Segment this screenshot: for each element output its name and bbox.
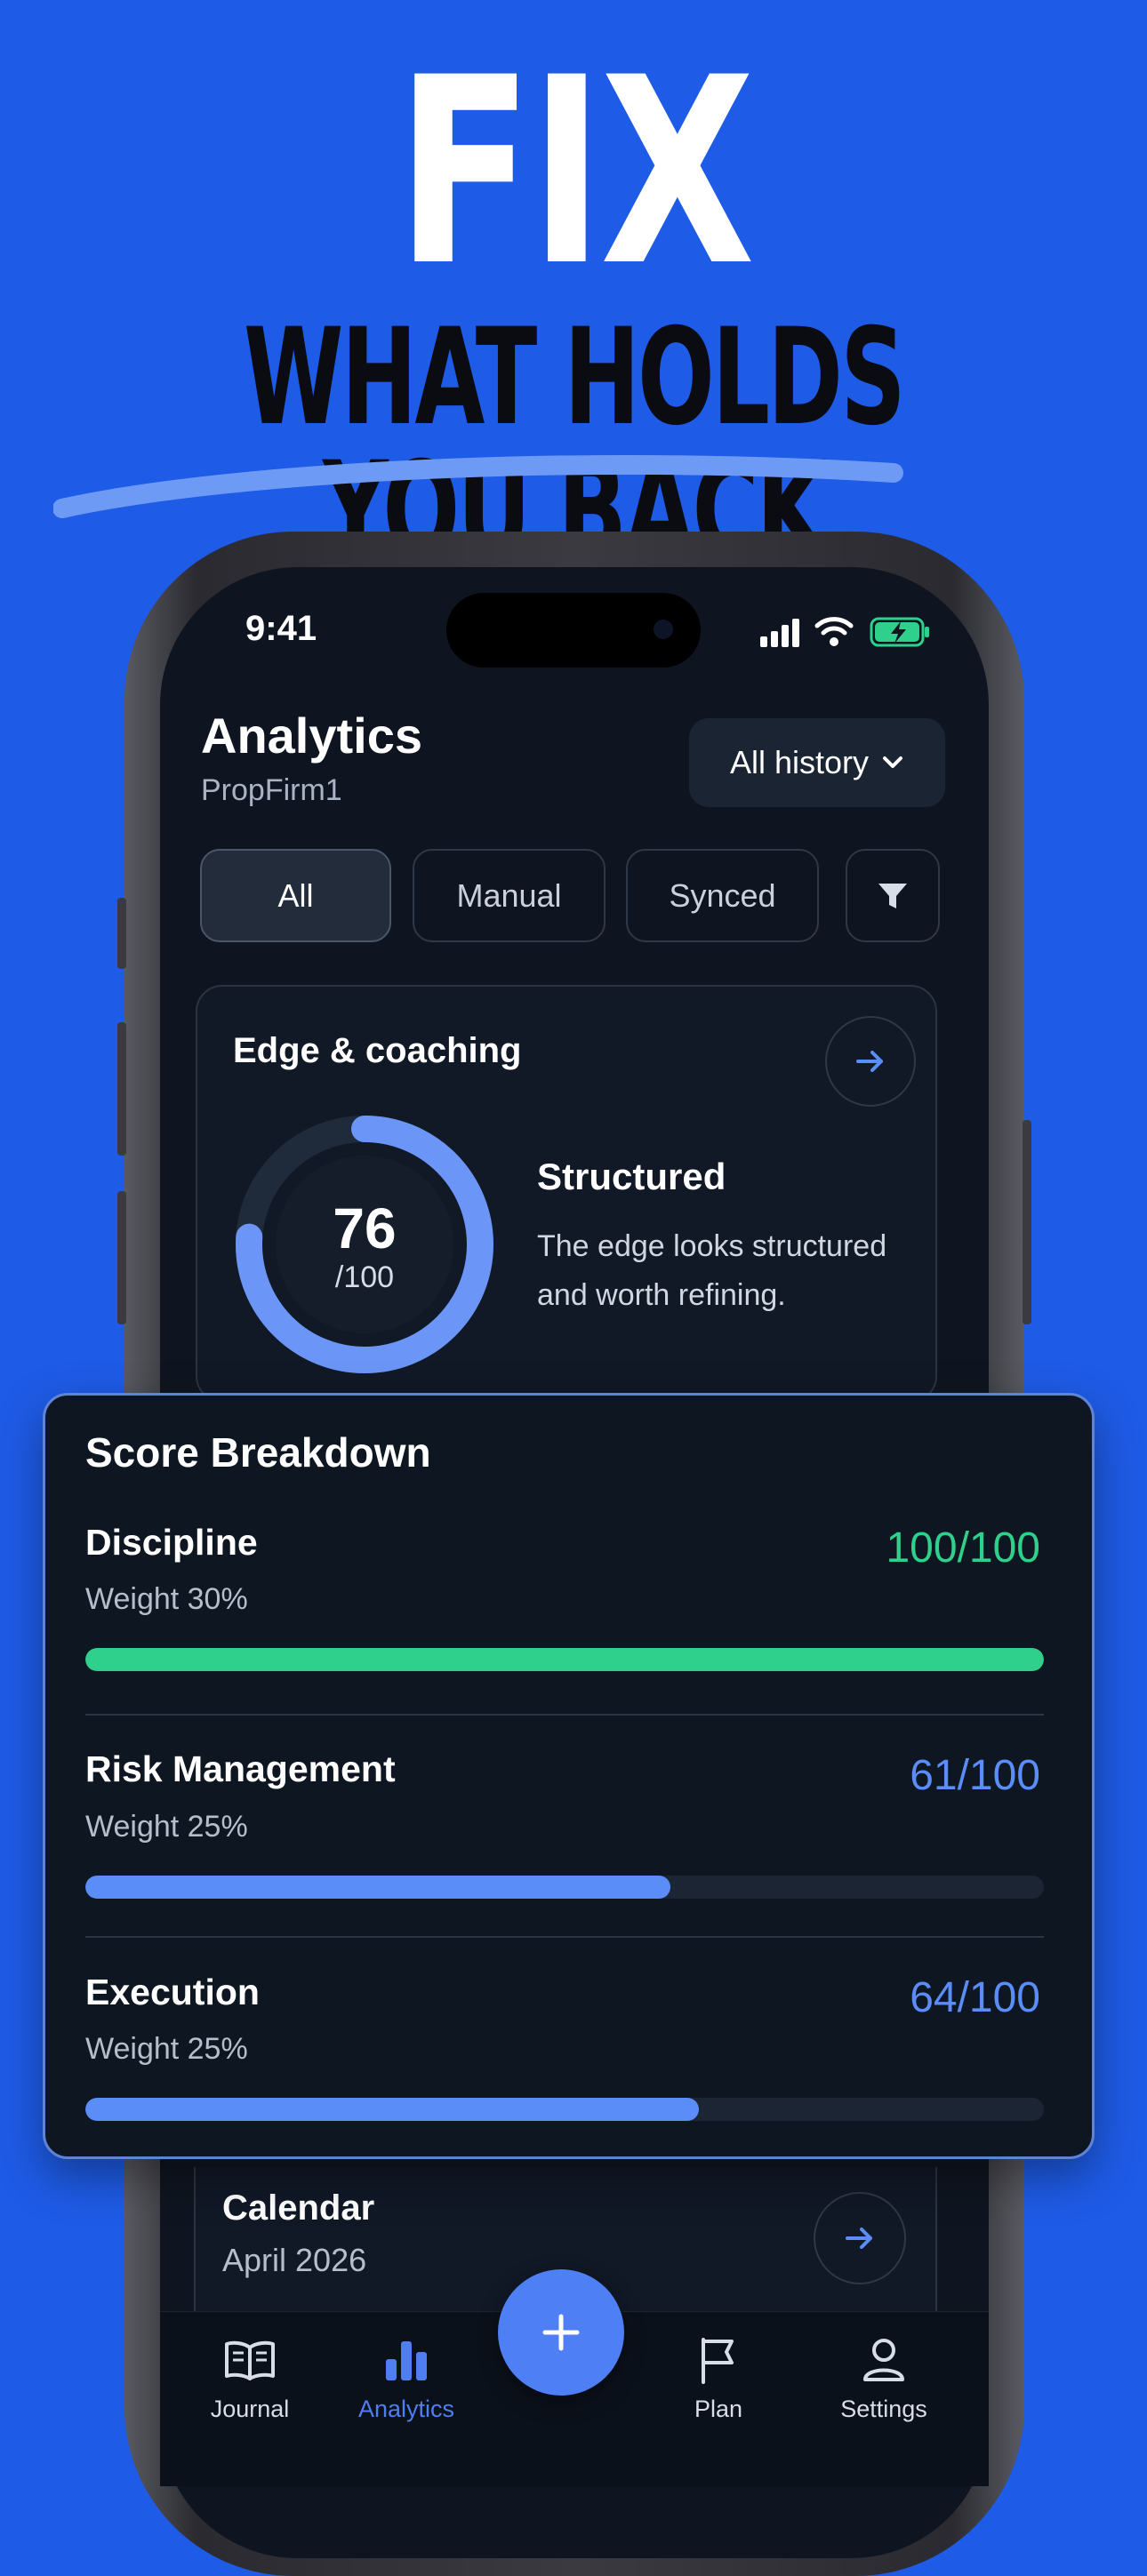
add-entry-button[interactable]	[498, 2269, 624, 2396]
battery-charging-icon	[870, 617, 929, 647]
breakdown-item-score: 64/100	[910, 1974, 1040, 2021]
breakdown-progress-fill	[85, 1876, 670, 1899]
account-name: PropFirm1	[201, 773, 342, 807]
phone-volume-up	[117, 1022, 126, 1156]
phone-mute-switch	[117, 898, 126, 969]
chevron-down-icon	[883, 756, 903, 768]
tab-label: Analytics	[357, 2396, 455, 2422]
breakdown-title: Score Breakdown	[85, 1429, 431, 1476]
page-title: Analytics	[201, 708, 422, 764]
filter-all[interactable]: All	[200, 849, 391, 942]
tab-settings[interactable]: Settings	[808, 2333, 959, 2423]
breakdown-item-weight: Weight 30%	[85, 1582, 248, 1616]
arrow-right-icon	[856, 1051, 883, 1072]
tab-label: Journal	[210, 2396, 290, 2422]
history-dropdown-label: All history	[729, 744, 870, 780]
breakdown-item-weight: Weight 25%	[85, 2032, 248, 2066]
filter-button[interactable]	[846, 849, 940, 942]
edge-card-title: Edge & coaching	[233, 1031, 522, 1070]
tab-plan[interactable]: Plan	[643, 2333, 794, 2423]
phone-volume-down	[117, 1191, 126, 1324]
history-dropdown[interactable]: All history	[689, 718, 945, 807]
breakdown-item-label: Risk Management	[85, 1748, 396, 1789]
wifi-icon	[814, 617, 854, 646]
arrow-right-icon	[846, 2228, 872, 2249]
calendar-open-button[interactable]	[814, 2192, 906, 2284]
calendar-month: April 2026	[222, 2242, 367, 2278]
calendar-title: Calendar	[222, 2188, 375, 2228]
breakdown-progress-bar	[85, 1876, 1044, 1899]
status-time: 9:41	[245, 609, 317, 648]
user-icon	[863, 2339, 904, 2381]
tab-analytics[interactable]: Analytics	[331, 2333, 482, 2423]
edge-status: Structured	[537, 1156, 726, 1197]
headline-fix: FIX	[396, 23, 755, 323]
flag-icon	[702, 2338, 734, 2384]
filter-icon	[878, 883, 907, 908]
tab-label: Plan	[694, 2396, 743, 2422]
breakdown-item-label: Discipline	[85, 1522, 258, 1563]
breakdown-progress-bar	[85, 1648, 1044, 1671]
camera-icon	[654, 620, 673, 639]
tab-journal[interactable]: Journal	[174, 2333, 325, 2423]
score-max: /100	[334, 1260, 395, 1294]
breakdown-progress-fill	[85, 2098, 699, 2121]
breakdown-item-score: 61/100	[910, 1752, 1040, 1799]
filter-synced[interactable]: Synced	[626, 849, 819, 942]
breakdown-progress-fill	[85, 1648, 1044, 1671]
book-icon	[225, 2340, 275, 2380]
edge-open-button[interactable]	[825, 1016, 916, 1107]
breakdown-item-weight: Weight 25%	[85, 1810, 248, 1844]
breakdown-item-label: Execution	[85, 1972, 260, 2012]
breakdown-progress-bar	[85, 2098, 1044, 2121]
score-value: 76	[333, 1196, 397, 1260]
divider	[85, 1714, 1044, 1716]
breakdown-item-score: 100/100	[886, 1524, 1040, 1572]
underline-swoosh	[53, 454, 903, 518]
phone-power-button	[1023, 1120, 1031, 1324]
tab-label: Settings	[840, 2396, 927, 2422]
bar-chart-icon	[386, 2341, 427, 2380]
divider	[85, 1936, 1044, 1938]
signal-icon	[760, 619, 799, 647]
edge-description: The edge looks structured and worth refi…	[537, 1229, 887, 1312]
plus-icon	[542, 2314, 580, 2351]
filter-manual[interactable]: Manual	[413, 849, 606, 942]
